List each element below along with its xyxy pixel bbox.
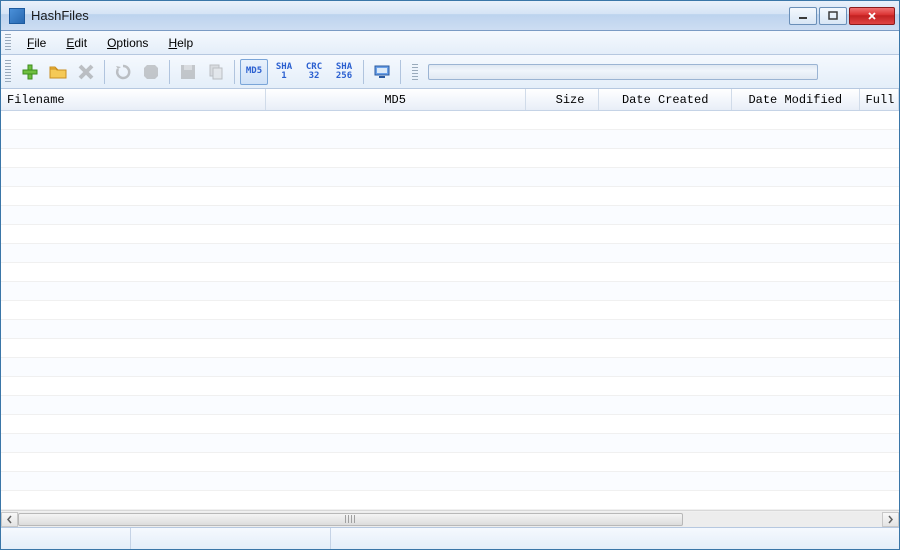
thumb-grip-icon — [345, 515, 357, 523]
table-row — [1, 168, 899, 187]
table-row — [1, 491, 899, 510]
table-row — [1, 320, 899, 339]
table-row — [1, 301, 899, 320]
close-button[interactable] — [849, 7, 895, 25]
table-row — [1, 244, 899, 263]
titlebar: HashFiles — [1, 1, 899, 31]
maximize-button[interactable] — [819, 7, 847, 25]
table-row — [1, 358, 899, 377]
status-cell — [331, 528, 899, 549]
refresh-button — [110, 59, 136, 85]
scroll-right-button[interactable] — [882, 512, 899, 527]
scroll-thumb[interactable] — [18, 513, 683, 526]
statusbar — [1, 527, 899, 549]
maximize-icon — [827, 11, 839, 21]
view-button[interactable] — [369, 59, 395, 85]
window-title: HashFiles — [31, 8, 789, 23]
chevron-left-icon — [6, 515, 13, 524]
stop-icon — [141, 62, 161, 82]
toolbar-separator — [104, 60, 105, 84]
table-row — [1, 282, 899, 301]
app-window: HashFiles File Edit Options Help — [0, 0, 900, 550]
add-file-button[interactable] — [17, 59, 43, 85]
col-date-created[interactable]: Date Created — [599, 89, 732, 110]
stop-button — [138, 59, 164, 85]
hash-mode-sha1[interactable]: SHA 1 — [270, 59, 298, 85]
table-row — [1, 434, 899, 453]
toolbar: MD5 SHA 1 CRC 32 SHA 256 — [1, 55, 899, 89]
table-row — [1, 187, 899, 206]
progress-area — [412, 64, 895, 80]
scroll-track[interactable] — [18, 512, 882, 527]
table-row — [1, 225, 899, 244]
plus-icon — [20, 62, 40, 82]
toolbar-separator — [400, 60, 401, 84]
table-row — [1, 130, 899, 149]
table-row — [1, 472, 899, 491]
horizontal-scrollbar[interactable] — [1, 510, 899, 527]
refresh-icon — [113, 62, 133, 82]
menubar: File Edit Options Help — [1, 31, 899, 55]
toolbar-separator — [363, 60, 364, 84]
menu-help[interactable]: Help — [158, 34, 203, 52]
table-row — [1, 377, 899, 396]
column-headers: Filename MD5 Size Date Created Date Modi… — [1, 89, 899, 111]
menu-file[interactable]: File — [17, 34, 56, 52]
col-size[interactable]: Size — [526, 89, 600, 110]
status-cell — [131, 528, 331, 549]
app-icon — [9, 8, 25, 24]
menu-options[interactable]: Options — [97, 34, 158, 52]
table-row — [1, 111, 899, 130]
copy-button — [203, 59, 229, 85]
remove-button — [73, 59, 99, 85]
col-md5[interactable]: MD5 — [266, 89, 526, 110]
save-button — [175, 59, 201, 85]
minimize-icon — [797, 11, 809, 21]
file-grid[interactable] — [1, 111, 899, 510]
status-cell — [1, 528, 131, 549]
menubar-grip-icon — [5, 34, 11, 52]
table-row — [1, 396, 899, 415]
copy-icon — [206, 62, 226, 82]
open-folder-button[interactable] — [45, 59, 71, 85]
hash-mode-md5[interactable]: MD5 — [240, 59, 268, 85]
window-controls — [789, 7, 895, 25]
disk-icon — [178, 62, 198, 82]
table-row — [1, 206, 899, 225]
toolbar-grip-icon — [5, 60, 11, 84]
chevron-right-icon — [887, 515, 894, 524]
toolbar-separator — [169, 60, 170, 84]
col-date-modified[interactable]: Date Modified — [732, 89, 860, 110]
close-icon — [866, 11, 878, 21]
folder-icon — [48, 62, 68, 82]
progress-bar — [428, 64, 818, 80]
scroll-left-button[interactable] — [1, 512, 18, 527]
table-row — [1, 263, 899, 282]
x-icon — [76, 62, 96, 82]
hash-mode-sha256[interactable]: SHA 256 — [330, 59, 358, 85]
grip-icon — [412, 64, 418, 80]
monitor-icon — [372, 62, 392, 82]
toolbar-separator — [234, 60, 235, 84]
table-row — [1, 339, 899, 358]
hash-mode-crc32[interactable]: CRC 32 — [300, 59, 328, 85]
table-row — [1, 149, 899, 168]
table-row — [1, 453, 899, 472]
menu-edit[interactable]: Edit — [56, 34, 97, 52]
minimize-button[interactable] — [789, 7, 817, 25]
col-filename[interactable]: Filename — [1, 89, 266, 110]
table-row — [1, 415, 899, 434]
col-full[interactable]: Full — [860, 89, 899, 110]
